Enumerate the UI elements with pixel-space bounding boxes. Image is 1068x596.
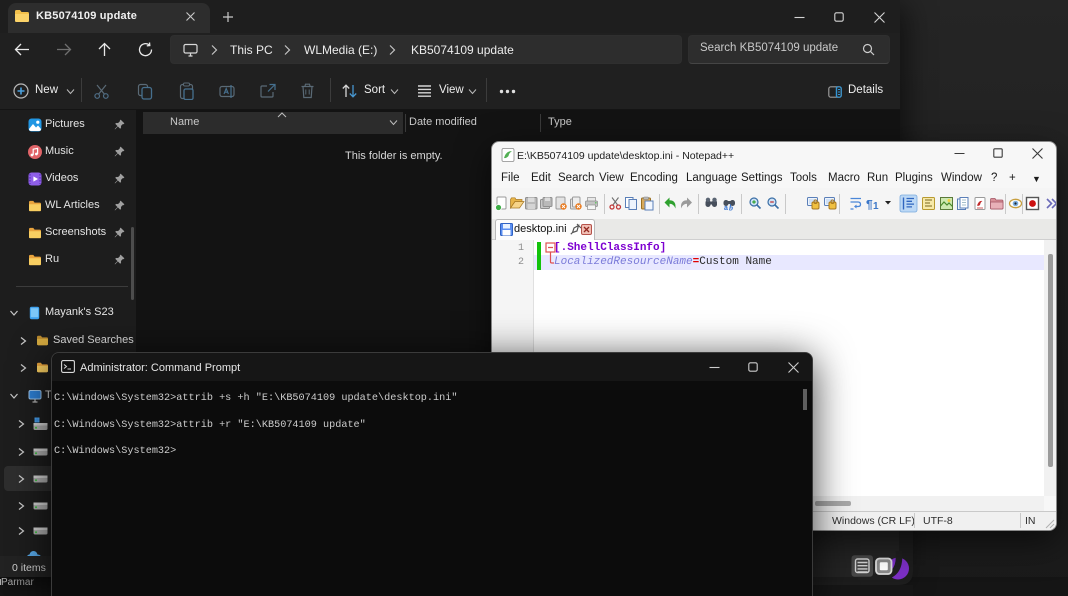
svg-text:b: b [729, 204, 733, 213]
svg-text:¶: ¶ [866, 198, 873, 212]
svg-text:a: a [724, 205, 728, 212]
svg-text:1: 1 [873, 201, 879, 212]
